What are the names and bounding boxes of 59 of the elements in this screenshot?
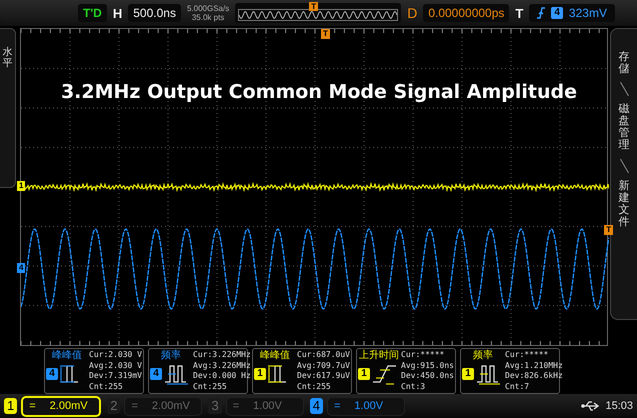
measurement-value: Cnt:255 (89, 382, 124, 392)
measurement-value: Avg:1.210MHz (505, 360, 563, 371)
rising-edge-icon (537, 7, 546, 19)
menu-label: 水平 (2, 47, 12, 69)
channel-number[interactable]: 4 (310, 398, 323, 414)
trigger-label: T (515, 6, 524, 20)
channel-badge: 4 (150, 368, 162, 380)
measurement-value: Cur:***** (401, 350, 446, 360)
measurement-value: Dev:450.0ns (401, 371, 454, 382)
channel-scale[interactable]: = 2.00mV (21, 396, 102, 416)
measurement-value: Cur:3.226MHz (193, 350, 251, 360)
measurement-value: Cnt:255 (297, 382, 332, 392)
measurement-value: Dev:826.6kHz (505, 371, 563, 382)
measurement-value: Cnt:255 (193, 382, 228, 392)
clock-time: 15:03 (605, 400, 633, 412)
measurement-value: Dev:617.9uV (297, 371, 350, 382)
measurement-value: Avg:3.226MHz (193, 360, 251, 371)
usb-icon (581, 401, 600, 411)
trigger-setting[interactable]: 4 323mV (529, 4, 615, 22)
measurement-value: Dev:0.000 Hz (193, 371, 251, 382)
channel-badge: 1 (254, 368, 266, 380)
trigger-position-marker: T (309, 2, 318, 11)
overlay-title: 3.2MHz Output Common Mode Signal Amplitude (60, 81, 578, 103)
measurement-value: Cur:2.030 V (89, 350, 142, 360)
channel-badge: 1 (462, 368, 474, 380)
trigger-level-marker[interactable]: T (604, 225, 614, 235)
channel-marker[interactable]: 4 (16, 263, 26, 273)
measurement-title: 频率 (161, 350, 181, 362)
delay-label: D (407, 5, 418, 21)
memory-depth: 35.0k pts (192, 13, 224, 22)
measurement-value: Cur:687.0uV (297, 350, 350, 360)
measurement-value: Cur:***** (505, 350, 550, 360)
measurement-title: 峰峰值 (52, 350, 82, 362)
channel-badge: 1 (358, 368, 370, 380)
channel-scale[interactable]: = 1.00V (326, 396, 405, 416)
menu-item[interactable]: 新建文件 (618, 180, 630, 228)
measurement-value: Dev:7.319mV (89, 371, 142, 382)
trigger-status: T'D (78, 4, 107, 22)
sample-rate: 5.000GSa/s (186, 4, 230, 13)
trigger-level: 323mV (568, 6, 607, 20)
channel-badge: 4 (551, 7, 563, 19)
horizontal-label: H (112, 6, 122, 20)
measurement-title: 峰峰值 (260, 350, 290, 362)
channel-number[interactable]: 1 (4, 398, 18, 414)
menu-item[interactable]: 存儲 (618, 51, 630, 76)
measurement-title: 上升时间 (359, 350, 399, 362)
timebase-value[interactable]: 500.0ns (128, 4, 181, 22)
trigger-position-marker[interactable]: T (320, 29, 330, 39)
measurement-value: Avg:709.7uV (297, 360, 350, 371)
measurement-value: Avg:2.030 V (89, 360, 142, 371)
measurement-title: 频率 (473, 350, 493, 362)
delay-value[interactable]: 0.00000000ps (423, 4, 510, 22)
side-menu-tab[interactable]: 水平 (0, 28, 16, 188)
measurement-value: Avg:915.0ns (401, 360, 454, 371)
measurement-value: Cnt:7 (505, 382, 530, 392)
measurement-value: Cnt:3 (401, 382, 426, 392)
channel-marker[interactable]: 1 (16, 181, 26, 191)
menu-item[interactable]: 磁盘管理 (618, 103, 630, 152)
channel-badge: 4 (46, 368, 58, 380)
